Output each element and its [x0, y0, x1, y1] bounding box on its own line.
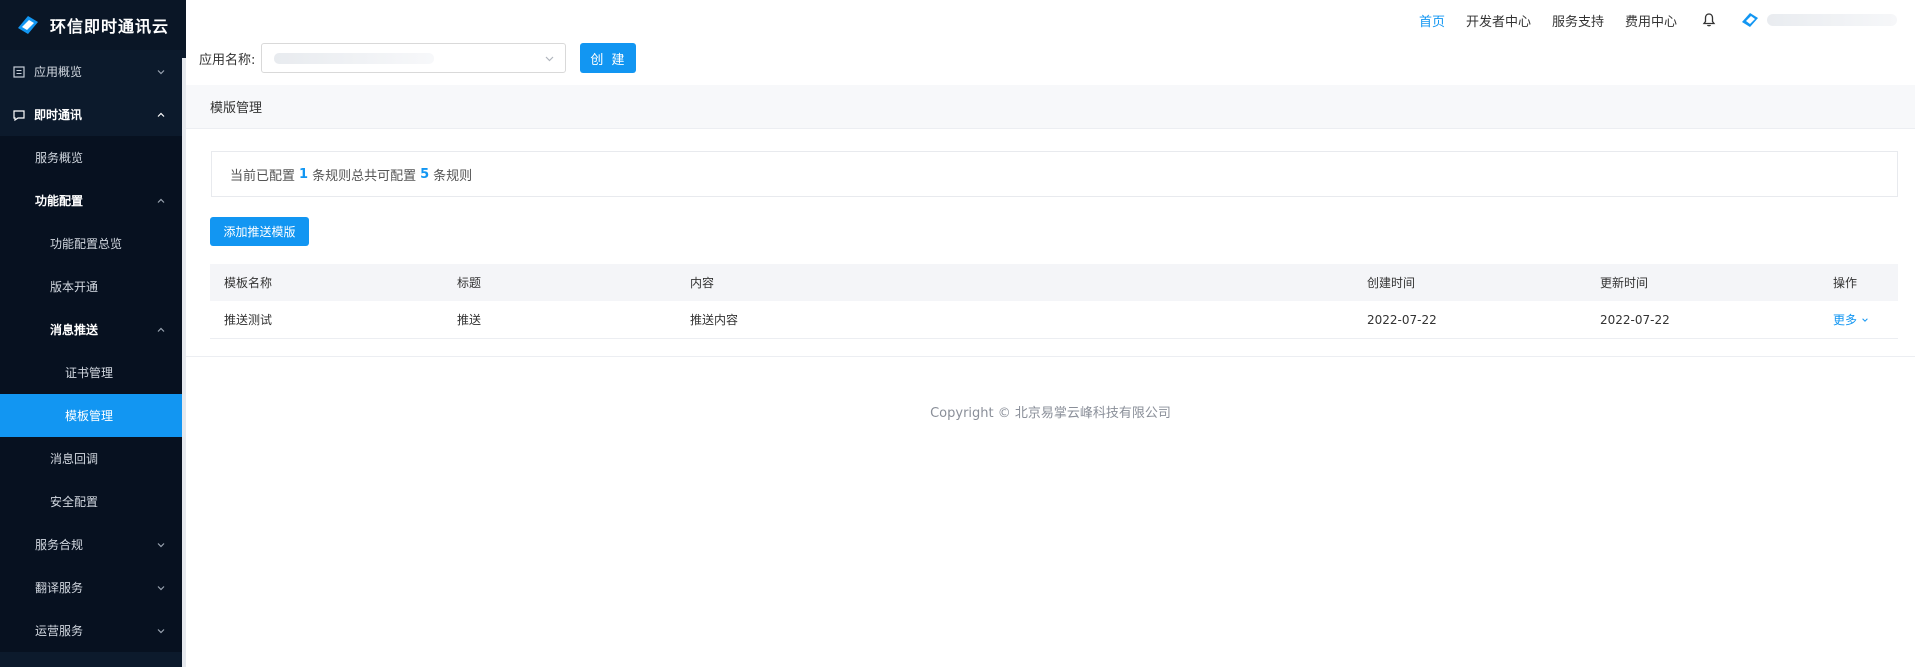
chevron-down-icon: [157, 542, 165, 547]
content-divider: [186, 356, 1915, 357]
cell-actions: 更多: [1819, 301, 1898, 339]
user-account-name-redacted[interactable]: [1767, 14, 1897, 26]
more-actions-dropdown[interactable]: 更多: [1833, 313, 1869, 327]
cell-created-time: 2022-07-22: [1353, 301, 1586, 339]
page-title: 模版管理: [186, 85, 1915, 129]
sidebar-item-version-activation[interactable]: 版本开通: [0, 265, 186, 308]
app-name-label: 应用名称:: [199, 52, 256, 68]
column-header-template-name: 模板名称: [210, 264, 443, 301]
column-header-content: 内容: [676, 264, 1353, 301]
sidebar-item-translation-service[interactable]: 翻译服务: [0, 566, 186, 609]
sidebar-item-label: 消息回调: [50, 452, 99, 466]
sidebar-item-label: 运营服务: [35, 624, 84, 638]
info-prefix: 当前已配置: [230, 168, 296, 184]
info-suffix: 条规则: [433, 168, 473, 184]
sidebar-item-label: 服务概览: [35, 151, 84, 165]
app-name-select[interactable]: [261, 43, 567, 73]
column-header-actions: 操作: [1819, 264, 1898, 301]
bell-icon[interactable]: [1701, 12, 1717, 28]
sidebar-item-security-config[interactable]: 安全配置: [0, 480, 186, 523]
app-title: 环信即时通讯云: [50, 17, 170, 36]
chat-icon: [13, 109, 25, 121]
cell-content: 推送内容: [676, 301, 1353, 339]
copyright-footer: Copyright © 北京易掌云峰科技有限公司: [930, 406, 1171, 421]
cell-title: 推送: [443, 301, 676, 339]
info-middle: 条规则总共可配置: [312, 168, 417, 184]
sidebar-item-label: 功能配置: [35, 194, 84, 208]
sidebar-item-message-callback[interactable]: 消息回调: [0, 437, 186, 480]
sidebar-item-label: 模板管理: [65, 409, 114, 423]
sidebar-item-label: 服务合规: [35, 538, 84, 552]
more-label: 更多: [1833, 313, 1858, 327]
chevron-down-icon: [157, 628, 165, 633]
sidebar-item-service-overview[interactable]: 服务概览: [0, 136, 186, 179]
app-selector-row: 应用名称: 创 建: [199, 42, 637, 74]
chevron-down-icon: [1862, 318, 1868, 322]
sidebar-item-message-push[interactable]: 消息推送: [0, 308, 186, 351]
sidebar-item-service-compliance[interactable]: 服务合规: [0, 523, 186, 566]
chevron-up-icon: [157, 198, 165, 203]
sidebar-item-label: 安全配置: [50, 495, 99, 509]
sidebar-item-template-management[interactable]: 模板管理: [0, 394, 186, 437]
nav-link-support[interactable]: 服务支持: [1552, 11, 1604, 30]
nav-link-home[interactable]: 首页: [1419, 11, 1445, 30]
top-navigation: 首页 开发者中心 服务支持 费用中心: [186, 0, 1915, 40]
chevron-down-icon: [545, 56, 554, 62]
rule-count-info: 当前已配置 1 条规则总共可配置 5 条规则: [211, 151, 1898, 197]
sidebar-item-label: 应用概览: [34, 65, 83, 79]
column-header-updated-time: 更新时间: [1586, 264, 1819, 301]
overview-icon: [13, 65, 25, 78]
logo-icon: [18, 16, 38, 34]
sidebar-item-feature-config-overview[interactable]: 功能配置总览: [0, 222, 186, 265]
add-push-template-button[interactable]: 添加推送模版: [210, 217, 309, 246]
sidebar-item-label: 即时通讯: [34, 108, 83, 122]
brand-logo[interactable]: 环信即时通讯云: [0, 0, 186, 50]
sidebar-item-certificate-management[interactable]: 证书管理: [0, 351, 186, 394]
sidebar-item-label: 功能配置总览: [50, 237, 123, 251]
column-header-created-time: 创建时间: [1353, 264, 1586, 301]
sidebar-divider: [182, 58, 186, 667]
table-row: 推送测试 推送 推送内容 2022-07-22 2022-07-22 更多: [210, 301, 1898, 339]
template-table: 模板名称 标题 内容 创建时间 更新时间 操作 推送测试 推送 推送内容 202…: [210, 264, 1898, 339]
chevron-down-icon: [157, 69, 165, 74]
total-count: 5: [420, 166, 430, 182]
sidebar-item-label: 证书管理: [65, 366, 114, 380]
cell-updated-time: 2022-07-22: [1586, 301, 1819, 339]
configured-count: 1: [299, 166, 309, 182]
sidebar-item-label: 消息推送: [50, 323, 99, 337]
user-avatar-icon[interactable]: [1739, 12, 1761, 28]
table-header-row: 模板名称 标题 内容 创建时间 更新时间 操作: [210, 264, 1898, 301]
chevron-up-icon: [157, 112, 165, 117]
sidebar-item-feature-config[interactable]: 功能配置: [0, 179, 186, 222]
create-app-button[interactable]: 创 建: [580, 43, 637, 73]
nav-link-billing[interactable]: 费用中心: [1625, 11, 1677, 30]
sidebar-item-label: 版本开通: [50, 280, 99, 294]
column-header-title: 标题: [443, 264, 676, 301]
cell-template-name: 推送测试: [210, 301, 443, 339]
app-name-value-redacted: [274, 53, 435, 64]
sidebar-item-label: 翻译服务: [35, 581, 84, 595]
sidebar-item-operation-service[interactable]: 运营服务: [0, 609, 186, 652]
sidebar: 环信即时通讯云 应用概览 即时通讯 服务概览 功能配置 功能配置总览 版本开通 …: [0, 0, 186, 667]
chevron-up-icon: [157, 327, 165, 332]
chevron-down-icon: [157, 585, 165, 590]
sidebar-item-im[interactable]: 即时通讯: [0, 93, 186, 136]
nav-link-developer-center[interactable]: 开发者中心: [1466, 11, 1531, 30]
sidebar-item-app-overview[interactable]: 应用概览: [0, 50, 186, 93]
